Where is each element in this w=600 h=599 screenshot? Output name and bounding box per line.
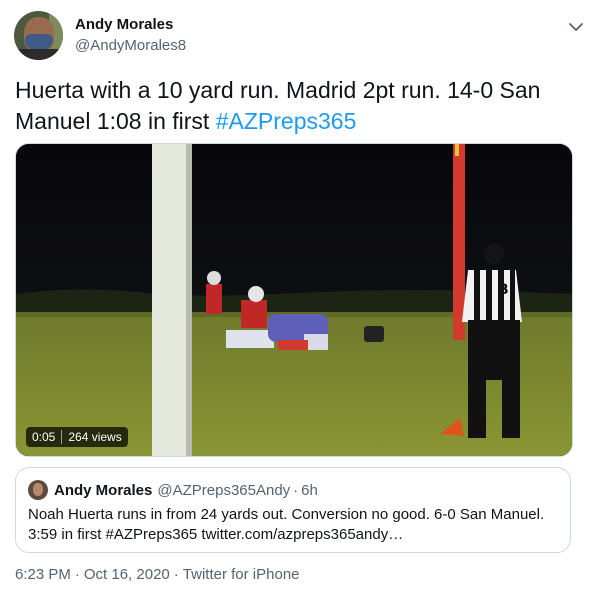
quoted-display-name: Andy Morales	[54, 481, 153, 499]
svg-text:B: B	[498, 282, 509, 298]
video-frame: B	[16, 144, 572, 456]
video-views: 264 views	[68, 430, 122, 444]
quoted-tweet-header: Andy Morales @AZPreps365Andy · 6h	[28, 479, 318, 501]
quoted-avatar	[28, 480, 48, 500]
tweet-header: Andy Morales @AndyMorales8	[14, 11, 586, 61]
quoted-handle: @AZPreps365Andy	[157, 481, 291, 499]
quoted-time: 6h	[301, 481, 318, 499]
tweet-source[interactable]: Twitter for iPhone	[183, 566, 300, 583]
meta-separator-2: ·	[173, 566, 179, 583]
video-player[interactable]: B 0:05 264 views	[15, 143, 573, 457]
quoted-tweet[interactable]: Andy Morales @AZPreps365Andy · 6h Noah H…	[15, 467, 571, 553]
tweet-text: Huerta with a 10 yard run. Madrid 2pt ru…	[15, 75, 585, 137]
avatar[interactable]	[14, 11, 63, 60]
tweet-date[interactable]: Oct 16, 2020	[84, 566, 170, 583]
video-duration: 0:05	[32, 430, 56, 444]
video-stats-badge: 0:05 264 views	[26, 427, 128, 447]
quoted-tweet-text: Noah Huerta runs in from 24 yards out. C…	[28, 506, 545, 543]
author-names: Andy Morales @AndyMorales8	[75, 15, 186, 56]
quoted-separator: ·	[293, 481, 299, 499]
tweet-time[interactable]: 6:23 PM	[15, 566, 71, 583]
tweet-meta: 6:23 PM · Oct 16, 2020 · Twitter for iPhone	[15, 566, 300, 583]
meta-separator: ·	[74, 566, 80, 583]
author-display-name[interactable]: Andy Morales	[75, 15, 186, 35]
chevron-down-icon[interactable]	[566, 17, 586, 37]
author-handle[interactable]: @AndyMorales8	[75, 36, 186, 56]
tweet: Andy Morales @AndyMorales8 Huerta with a…	[0, 0, 600, 599]
hashtag-link[interactable]: #AZPreps365	[216, 108, 357, 134]
